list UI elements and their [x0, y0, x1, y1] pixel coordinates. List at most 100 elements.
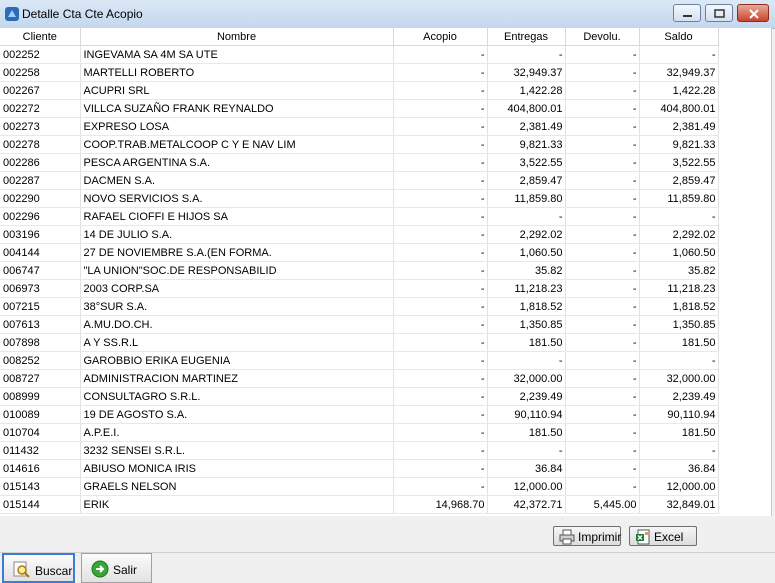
col-header-nombre[interactable]: Nombre — [80, 28, 394, 46]
table-row[interactable]: 003196 14 DE JULIO S.A. -2,292.02-2,292.02 — [0, 225, 719, 244]
cell-saldo: - — [639, 45, 719, 64]
cell-saldo: 404,800.01 — [639, 99, 719, 118]
cell-devolu: - — [565, 261, 640, 280]
cell-saldo: - — [639, 207, 719, 226]
cell-saldo: 32,000.00 — [639, 369, 719, 388]
cell-nombre: A Y SS.R.L — [80, 333, 394, 352]
cell-nombre: 14 DE JULIO S.A. — [80, 225, 394, 244]
table-row[interactable]: 007215 38°SUR S.A. -1,818.52-1,818.52 — [0, 297, 719, 316]
cell-cliente: 002267 — [0, 81, 81, 100]
cell-entregas: 2,292.02 — [487, 225, 566, 244]
buscar-label: Buscar — [35, 564, 73, 578]
cell-acopio: - — [393, 297, 488, 316]
cell-acopio: - — [393, 441, 488, 460]
table-row[interactable]: 002252 INGEVAMA SA 4M SA UTE - - - - — [0, 45, 719, 64]
cell-acopio: - — [393, 207, 488, 226]
col-header-cliente[interactable]: Cliente — [0, 28, 81, 46]
cell-nombre: VILLCA SUZAÑO FRANK REYNALDO — [80, 99, 394, 118]
cell-entregas: 181.50 — [487, 423, 566, 442]
cell-saldo: 1,818.52 — [639, 297, 719, 316]
cell-cliente: 010089 — [0, 405, 81, 424]
table-row[interactable]: 002287 DACMEN S.A. -2,859.47-2,859.47 — [0, 171, 719, 190]
excel-button[interactable]: Excel — [629, 526, 697, 546]
cell-entregas: - — [487, 441, 566, 460]
cell-acopio: - — [393, 387, 488, 406]
table-row[interactable]: 010089 19 DE AGOSTO S.A. -90,110.94-90,110… — [0, 405, 719, 424]
cell-devolu: - — [565, 441, 640, 460]
cell-nombre: EXPRESO LOSA — [80, 117, 394, 136]
cell-cliente: 002258 — [0, 63, 81, 82]
cell-saldo: - — [639, 351, 719, 370]
table-row[interactable]: 008252 GAROBBIO ERIKA EUGENIA - - - - — [0, 351, 719, 370]
table-row[interactable]: 010704 A.P.E.I. -181.50-181.50 — [0, 423, 719, 442]
table-row[interactable]: 007613 A.MU.DO.CH. -1,350.85-1,350.85 — [0, 315, 719, 334]
print-label: Imprimir — [578, 530, 622, 544]
close-button[interactable] — [737, 4, 769, 22]
table-row[interactable]: 015144 ERIK 14,968.70 42,372.71 5,445.00 32,8… — [0, 495, 719, 514]
cell-entregas: 35.82 — [487, 261, 566, 280]
col-header-saldo[interactable]: Saldo — [639, 28, 719, 46]
cell-nombre: GAROBBIO ERIKA EUGENIA — [80, 351, 394, 370]
cell-devolu: - — [565, 387, 640, 406]
cell-acopio: - — [393, 351, 488, 370]
table-row[interactable]: 002267 ACUPRI SRL -1,422.28-1,422.28 — [0, 81, 719, 100]
table-row[interactable]: 002286 PESCA ARGENTINA S.A. -3,522.55-3,52… — [0, 153, 719, 172]
cell-saldo: 1,060.50 — [639, 243, 719, 262]
table-row[interactable]: 002272 VILLCA SUZAÑO FRANK REYNALDO -404,8… — [0, 99, 719, 118]
cell-entregas: 42,372.71 — [487, 495, 566, 514]
cell-cliente: 002252 — [0, 45, 81, 64]
cell-nombre: A.P.E.I. — [80, 423, 394, 442]
cell-entregas: 181.50 — [487, 333, 566, 352]
table-row[interactable]: 002258 MARTELLI ROBERTO -32,949.37-32,949.… — [0, 63, 719, 82]
cell-nombre: COOP.TRAB.METALCOOP C Y E NAV LIM — [80, 135, 394, 154]
print-button[interactable]: Imprimir — [553, 526, 621, 546]
table-row[interactable]: 002290 NOVO SERVICIOS S.A. -11,859.80-11,8… — [0, 189, 719, 208]
cell-cliente: 011432 — [0, 441, 81, 460]
table-row[interactable]: 008727 ADMINISTRACION MARTINEZ -32,000.00-… — [0, 369, 719, 388]
cell-entregas: 32,000.00 — [487, 369, 566, 388]
cell-entregas: 12,000.00 — [487, 477, 566, 496]
cell-saldo: 36.84 — [639, 459, 719, 478]
cell-devolu: - — [565, 423, 640, 442]
cell-saldo: 1,422.28 — [639, 81, 719, 100]
col-header-entregas[interactable]: Entregas — [487, 28, 566, 46]
salir-button[interactable]: Salir — [81, 553, 152, 583]
data-grid[interactable]: Cliente Nombre Acopio Entregas Devolu. S… — [0, 28, 772, 516]
table-row[interactable]: 002278 COOP.TRAB.METALCOOP C Y E NAV LIM -… — [0, 135, 719, 154]
table-row[interactable]: 015143 GRAELS NELSON -12,000.00-12,000.00 — [0, 477, 719, 496]
cell-cliente: 003196 — [0, 225, 81, 244]
cell-cliente: 008252 — [0, 351, 81, 370]
cell-nombre: ACUPRI SRL — [80, 81, 394, 100]
cell-entregas: 2,239.49 — [487, 387, 566, 406]
table-row[interactable]: 006973 2003 CORP.SA -11,218.23-11,218.23 — [0, 279, 719, 298]
col-header-devolu[interactable]: Devolu. — [565, 28, 640, 46]
col-header-acopio[interactable]: Acopio — [393, 28, 488, 46]
cell-entregas: - — [487, 207, 566, 226]
app-icon — [5, 7, 19, 21]
table-row[interactable]: 002273 EXPRESO LOSA -2,381.49-2,381.49 — [0, 117, 719, 136]
cell-saldo: 3,522.55 — [639, 153, 719, 172]
cell-devolu: - — [565, 405, 640, 424]
cell-entregas: 3,522.55 — [487, 153, 566, 172]
table-row[interactable]: 011432 3232 SENSEI S.R.L. - - - - — [0, 441, 719, 460]
table-row[interactable]: 007898 A Y SS.R.L -181.50-181.50 — [0, 333, 719, 352]
cell-devolu: - — [565, 207, 640, 226]
cell-cliente: 002273 — [0, 117, 81, 136]
salir-label: Salir — [113, 563, 138, 577]
table-row[interactable]: 014616 ABIUSO MONICA IRIS -36.84-36.84 — [0, 459, 719, 478]
buscar-button[interactable]: Buscar — [2, 553, 75, 583]
cell-entregas: - — [487, 351, 566, 370]
maximize-button[interactable] — [705, 4, 733, 22]
table-row[interactable]: 004144 27 DE NOVIEMBRE S.A.(EN FORMA. -1,0… — [0, 243, 719, 262]
cell-devolu: - — [565, 225, 640, 244]
table-row[interactable]: 002296 RAFAEL CIOFFI E HIJOS SA - - - - — [0, 207, 719, 226]
cell-cliente: 015143 — [0, 477, 81, 496]
table-row[interactable]: 006747 "LA UNION"SOC.DE RESPONSABILID -35.… — [0, 261, 719, 280]
minimize-button[interactable] — [673, 4, 701, 22]
cell-acopio: - — [393, 279, 488, 298]
cell-saldo: 11,218.23 — [639, 279, 719, 298]
cell-cliente: 004144 — [0, 243, 81, 262]
cell-saldo: 90,110.94 — [639, 405, 719, 424]
cell-cliente: 002278 — [0, 135, 81, 154]
table-row[interactable]: 008999 CONSULTAGRO S.R.L. -2,239.49-2,239.… — [0, 387, 719, 406]
